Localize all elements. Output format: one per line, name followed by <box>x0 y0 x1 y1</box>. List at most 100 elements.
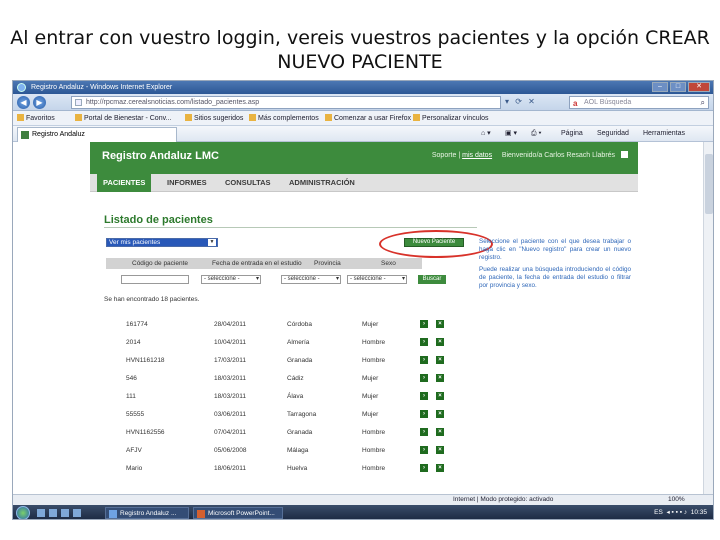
app-title: Registro Andaluz LMC <box>102 150 219 162</box>
print-icon[interactable]: ⎙ ▾ <box>531 126 542 142</box>
favorites-bar: Favoritos Portal de Bienestar - Conv... … <box>13 111 713 126</box>
delete-icon[interactable]: × <box>436 356 444 364</box>
nav-consultas[interactable]: CONSULTAS <box>225 174 271 192</box>
nav-pacientes[interactable]: PACIENTES <box>97 174 152 192</box>
home-icon[interactable]: ⌂ ▾ <box>481 126 491 142</box>
nav-informes[interactable]: INFORMES <box>167 174 207 192</box>
table-row[interactable]: HVN1161218 17/03/2011 Granada Hombre › × <box>106 353 446 371</box>
view-icon[interactable]: › <box>420 374 428 382</box>
view-icon[interactable]: › <box>420 320 428 328</box>
view-icon[interactable]: › <box>420 356 428 364</box>
delete-icon[interactable]: × <box>436 446 444 454</box>
table-row[interactable]: 111 18/03/2011 Álava Mujer › × <box>106 389 446 407</box>
welcome-text: Bienvenido/a Carlos Resach Llabrés <box>501 152 616 159</box>
quicklaunch-icon[interactable] <box>61 509 69 517</box>
table-row[interactable]: 55555 03/06/2011 Tarragona Mujer › × <box>106 407 446 425</box>
province-select[interactable]: - seleccione - <box>281 275 341 284</box>
zoom-level[interactable]: 100% <box>668 495 685 505</box>
table-row[interactable]: 546 18/03/2011 Cádiz Mujer › × <box>106 371 446 389</box>
view-icon[interactable]: › <box>420 446 428 454</box>
filter-header-province: Provincia <box>314 260 341 267</box>
view-icon[interactable]: › <box>420 338 428 346</box>
ie-icon <box>109 510 117 518</box>
back-arrow-icon[interactable]: ◀ <box>17 96 30 109</box>
status-text: Internet | Modo protegido: activado <box>453 496 554 503</box>
star-icon <box>17 114 24 121</box>
nav-administracion[interactable]: ADMINISTRACIÓN <box>289 174 355 192</box>
vertical-scrollbar[interactable] <box>703 142 713 497</box>
site-icon <box>21 131 29 139</box>
favorites-link[interactable]: Favoritos <box>17 111 55 126</box>
chevron-down-icon: ▼ <box>208 239 216 246</box>
quicklaunch-icon[interactable] <box>49 509 57 517</box>
page-icon <box>75 114 82 121</box>
url-input[interactable]: http://rpcmaz.cerealsnoticias.com/listad… <box>71 96 501 109</box>
feeds-icon[interactable]: ▣ ▾ <box>505 126 517 142</box>
link-sitios[interactable]: Sitios sugeridos <box>185 111 243 126</box>
clock[interactable]: 10:35 <box>691 509 707 516</box>
tab-bar: Registro Andaluz ⌂ ▾ ▣ ▾ ⎙ ▾ Página Segu… <box>13 126 713 142</box>
my-data-link[interactable]: mis datos <box>462 152 492 159</box>
browser-screenshot: Registro Andaluz - Windows Internet Expl… <box>12 80 714 520</box>
user-area: Soporte | mis datos Bienvenido/a Carlos … <box>432 151 628 159</box>
maximize-button[interactable]: □ <box>670 82 686 92</box>
filter-header-sex: Sexo <box>381 260 396 267</box>
delete-icon[interactable]: × <box>436 374 444 382</box>
filter-header: Código de paciente Fecha de entrada en e… <box>106 258 422 269</box>
table-row[interactable]: Mario 18/06/2011 Huelva Hombre › × <box>106 461 446 479</box>
menu-pagina[interactable]: Página <box>561 126 583 142</box>
link-portal[interactable]: Portal de Bienestar - Conv... <box>75 111 171 126</box>
link-firefox[interactable]: Comenzar a usar Firefox <box>325 111 411 126</box>
search-icon[interactable]: ⌕ <box>701 97 705 108</box>
code-input[interactable] <box>121 275 189 284</box>
search-input[interactable]: a AOL Búsqueda ⌕ <box>569 96 709 109</box>
view-icon[interactable]: › <box>420 428 428 436</box>
taskbar: Registro Andaluz ... Microsoft PowerPoin… <box>13 505 713 519</box>
scroll-thumb[interactable] <box>705 154 713 214</box>
aol-icon: a <box>573 99 578 108</box>
refresh-stop-icons[interactable]: ▾ ⟳ ✕ <box>505 97 537 106</box>
slide-title-line2: NUEVO PACIENTE <box>277 51 443 73</box>
url-text: http://rpcmaz.cerealsnoticias.com/listad… <box>86 99 260 106</box>
delete-icon[interactable]: × <box>436 392 444 400</box>
search-button[interactable]: Buscar <box>418 275 446 284</box>
view-icon[interactable]: › <box>420 410 428 418</box>
link-complementos[interactable]: Más complementos <box>249 111 319 126</box>
language-indicator[interactable]: ES <box>654 509 663 516</box>
view-icon[interactable]: › <box>420 392 428 400</box>
minimize-button[interactable]: – <box>652 82 668 92</box>
table-row[interactable]: AFJV 05/06/2008 Málaga Hombre › × <box>106 443 446 461</box>
table-row[interactable]: HVN1162556 07/04/2011 Granada Hombre › × <box>106 425 446 443</box>
sex-select[interactable]: - seleccione - <box>347 275 407 284</box>
menu-herramientas[interactable]: Herramientas <box>643 126 685 142</box>
logout-icon[interactable] <box>621 151 628 158</box>
delete-icon[interactable]: × <box>436 464 444 472</box>
view-icon[interactable]: › <box>420 464 428 472</box>
forward-arrow-icon[interactable]: ▶ <box>33 96 46 109</box>
table-row[interactable]: 2014 10/04/2011 Almería Hombre › × <box>106 335 446 353</box>
close-window-button[interactable]: ✕ <box>688 82 710 92</box>
quicklaunch-icon[interactable] <box>37 509 45 517</box>
window-title: Registro Andaluz - Windows Internet Expl… <box>31 84 173 91</box>
date-select[interactable]: - seleccione - <box>201 275 261 284</box>
slide-title-line1: Al entrar con vuestro loggin, vereis vue… <box>10 27 710 49</box>
taskbar-item-ie[interactable]: Registro Andaluz ... <box>105 507 189 519</box>
page-icon <box>325 114 332 121</box>
page-icon <box>249 114 256 121</box>
menu-seguridad[interactable]: Seguridad <box>597 126 629 142</box>
page-icon <box>185 114 192 121</box>
quicklaunch-icon[interactable] <box>73 509 81 517</box>
page-icon <box>413 114 420 121</box>
tab-registro[interactable]: Registro Andaluz <box>17 127 177 142</box>
delete-icon[interactable]: × <box>436 320 444 328</box>
taskbar-item-powerpoint[interactable]: Microsoft PowerPoint... <box>193 507 283 519</box>
view-select[interactable]: Ver mis pacientes ▼ <box>106 238 218 247</box>
delete-icon[interactable]: × <box>436 410 444 418</box>
system-tray: ES ◂ ▪ ▪ ▪ ♪ 10:35 <box>654 509 707 516</box>
delete-icon[interactable]: × <box>436 428 444 436</box>
link-personalizar[interactable]: Personalizar vínculos <box>413 111 489 126</box>
start-button[interactable] <box>16 506 30 519</box>
delete-icon[interactable]: × <box>436 338 444 346</box>
results-count: Se han encontrado 18 pacientes. <box>104 296 200 303</box>
table-row[interactable]: 161774 28/04/2011 Córdoba Mujer › × <box>106 317 446 335</box>
